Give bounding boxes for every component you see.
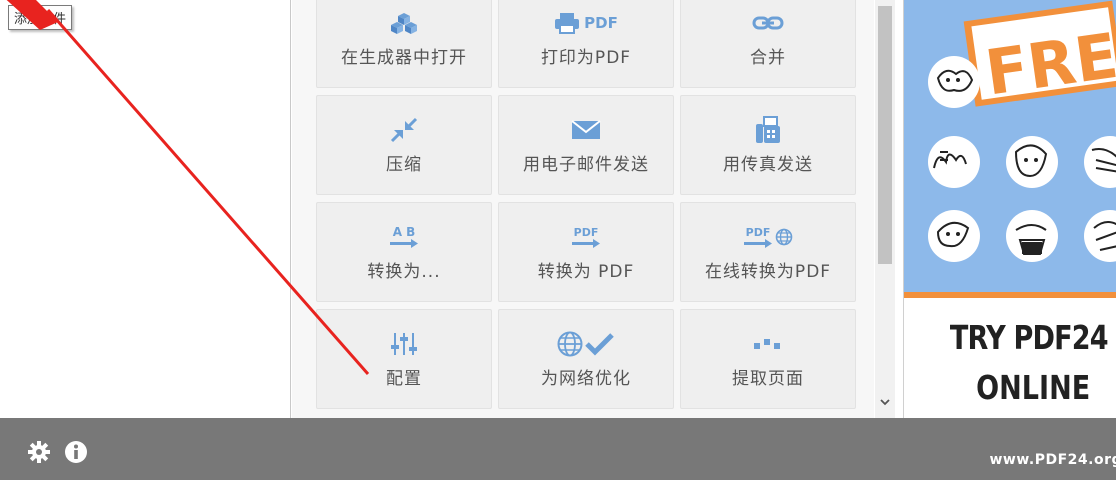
pdf24-website-link[interactable]: www.PDF24.org bbox=[989, 452, 1116, 468]
bottom-toolbar: www.PDF24.org bbox=[0, 418, 1116, 480]
ad-try-text: TRY PDF24 bbox=[949, 318, 1109, 357]
tool-label: 打印为PDF bbox=[540, 47, 632, 68]
online-convert-icon: PDF bbox=[743, 223, 793, 251]
tools-grid: 在生成器中打开 PDF 打印为PDF 合并 压缩 用电子邮件发送 用传真发送 A… bbox=[292, 0, 874, 418]
link-icon bbox=[752, 9, 784, 37]
tool-extract-pages[interactable]: 提取页面 bbox=[680, 309, 856, 409]
tool-label: 配置 bbox=[386, 368, 422, 389]
globe-icon bbox=[775, 228, 793, 245]
file-drop-panel[interactable]: 添加文件 bbox=[0, 0, 291, 418]
tool-configure[interactable]: 配置 bbox=[316, 309, 492, 409]
info-icon[interactable] bbox=[64, 440, 88, 464]
tool-print-pdf[interactable]: PDF 打印为PDF bbox=[498, 0, 674, 88]
pdf24-toolbox-window: 添加文件 在生成器中打开 PDF 打印为PDF 合并 压缩 用电子邮件发送 用传… bbox=[0, 0, 1116, 480]
tool-label: 在线转换为PDF bbox=[704, 261, 832, 282]
globe-check-icon bbox=[557, 330, 615, 358]
fax-icon bbox=[755, 115, 781, 144]
tool-label: 用电子邮件发送 bbox=[523, 154, 649, 175]
scroll-down-arrow[interactable] bbox=[875, 392, 895, 412]
tool-open-in-creator[interactable]: 在生成器中打开 bbox=[316, 0, 492, 88]
tool-label: 合并 bbox=[750, 47, 786, 68]
tool-label: 提取页面 bbox=[732, 368, 804, 389]
tool-label: 转换为... bbox=[367, 261, 441, 282]
cubes-icon bbox=[389, 9, 419, 37]
tool-compress[interactable]: 压缩 bbox=[316, 95, 492, 195]
tools-scrollbar[interactable] bbox=[875, 0, 895, 418]
compress-arrows-icon bbox=[390, 116, 418, 144]
ad-divider bbox=[904, 292, 1116, 298]
ad-online-text: ONLINE bbox=[976, 368, 1091, 407]
tool-label: 用传真发送 bbox=[723, 154, 813, 175]
pages-dots-icon bbox=[753, 330, 783, 358]
tool-email[interactable]: 用电子邮件发送 bbox=[498, 95, 674, 195]
tool-fax[interactable]: 用传真发送 bbox=[680, 95, 856, 195]
convert-ab-icon: A B bbox=[389, 223, 419, 251]
printer-pdf-icon: PDF bbox=[554, 9, 618, 37]
ad-illustration: FREE bbox=[904, 0, 1116, 296]
tool-convert-to-pdf[interactable]: PDF 转换为 PDF bbox=[498, 202, 674, 302]
tool-label: 在生成器中打开 bbox=[341, 47, 467, 68]
envelope-icon bbox=[571, 116, 601, 144]
tool-label: 压缩 bbox=[386, 154, 422, 175]
ad-banner[interactable]: FREE TRY PDF24 ONLINE bbox=[903, 0, 1116, 418]
tool-merge[interactable]: 合并 bbox=[680, 0, 856, 88]
tool-web-optimize[interactable]: 为网络优化 bbox=[498, 309, 674, 409]
tool-online-convert[interactable]: PDF 在线转换为PDF bbox=[680, 202, 856, 302]
gear-icon[interactable] bbox=[27, 440, 51, 464]
chevron-down-icon bbox=[880, 398, 890, 405]
tool-convert-to[interactable]: A B 转换为... bbox=[316, 202, 492, 302]
add-file-tooltip: 添加文件 bbox=[8, 5, 73, 30]
sliders-icon bbox=[390, 330, 418, 358]
convert-pdf-icon: PDF bbox=[571, 223, 601, 251]
scroll-thumb[interactable] bbox=[878, 6, 892, 264]
tool-label: 为网络优化 bbox=[541, 368, 631, 389]
tool-label: 转换为 PDF bbox=[537, 261, 635, 282]
cartoon-sheep-icons: FREE bbox=[928, 0, 1116, 262]
